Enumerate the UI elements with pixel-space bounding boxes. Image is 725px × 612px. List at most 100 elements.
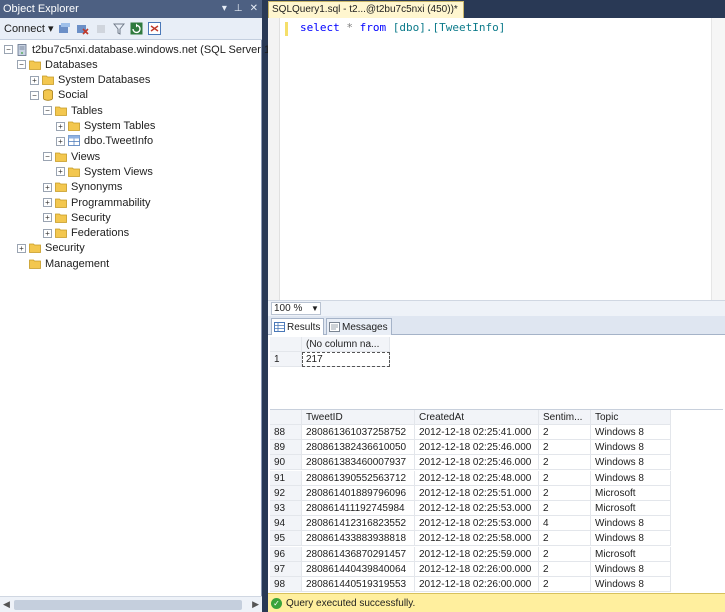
- grid-cell[interactable]: 2012-12-18 02:25:53.000: [415, 516, 539, 532]
- chevron-down-icon[interactable]: ▼: [311, 304, 319, 313]
- tree-node[interactable]: − Databases: [17, 57, 99, 72]
- grid-cell[interactable]: Windows 8: [591, 440, 671, 456]
- tree-node[interactable]: + System Views: [56, 164, 154, 179]
- disconnect-icon[interactable]: [76, 22, 90, 36]
- query-text[interactable]: select * from [dbo].[TweetInfo]: [300, 21, 505, 34]
- expand-icon[interactable]: +: [56, 121, 65, 131]
- object-explorer-details-icon[interactable]: [148, 22, 162, 36]
- tree-node[interactable]: + Security: [43, 210, 112, 225]
- grid-cell[interactable]: 2012-12-18 02:25:48.000: [415, 470, 539, 486]
- grid-cell[interactable]: 2: [539, 455, 591, 471]
- table-row[interactable]: 1 217: [270, 352, 390, 367]
- tree-node[interactable]: + Programmability: [43, 195, 151, 210]
- grid-cell[interactable]: 2: [539, 531, 591, 547]
- table-row[interactable]: 94 280861412316823552 2012-12-18 02:25:53.…: [270, 516, 671, 532]
- grid-cell[interactable]: 2: [539, 425, 591, 440]
- tree-node[interactable]: − Tables: [43, 103, 104, 118]
- result-grid-tweets[interactable]: TweetID CreatedAt Sentim... Topic 88 28086136…: [270, 409, 723, 593]
- table-row[interactable]: 96 280861436870291457 2012-12-18 02:25:59.…: [270, 546, 671, 562]
- expand-icon[interactable]: +: [43, 213, 52, 223]
- tree-node[interactable]: − Views: [43, 149, 101, 164]
- grid-cell[interactable]: Microsoft: [591, 485, 671, 501]
- grid-cell[interactable]: Microsoft: [591, 546, 671, 562]
- grid-cell[interactable]: 280861390552563712: [302, 470, 415, 486]
- window-position-dropdown-icon[interactable]: ▾: [222, 0, 227, 18]
- editor-vertical-scrollbar[interactable]: [711, 18, 725, 300]
- filter-icon[interactable]: [112, 22, 126, 36]
- tab-results[interactable]: Results: [271, 318, 325, 335]
- collapse-icon[interactable]: −: [17, 60, 26, 70]
- tree-node[interactable]: − t2bu7c5nxi.database.windows.net (SQL Se…: [4, 42, 286, 57]
- connect-button[interactable]: Connect ▾: [4, 22, 54, 35]
- expand-icon[interactable]: +: [43, 198, 52, 207]
- table-row[interactable]: 88 280861361037258752 2012-12-18 02:25:41.…: [270, 425, 671, 440]
- grid-cell[interactable]: Microsoft: [591, 501, 671, 516]
- tab-query-editor[interactable]: SQLQuery1.sql - t2...@t2bu7c5nxi (450))*: [268, 1, 464, 18]
- grid-cell[interactable]: 280861412316823552: [302, 516, 415, 532]
- grid-cell[interactable]: 280861436870291457: [302, 546, 415, 562]
- grid-cell[interactable]: 2012-12-18 02:25:41.000: [415, 425, 539, 440]
- grid-cell[interactable]: 2012-12-18 02:25:53.000: [415, 501, 539, 516]
- grid-cell[interactable]: 4: [539, 516, 591, 532]
- grid-cell[interactable]: Windows 8: [591, 455, 671, 471]
- tree-node[interactable]: + Federations: [43, 226, 130, 241]
- table-row[interactable]: 90 280861383460007937 2012-12-18 02:25:46.…: [270, 455, 671, 471]
- collapse-icon[interactable]: −: [43, 106, 52, 116]
- grid-cell[interactable]: 280861411192745984: [302, 501, 415, 516]
- refresh-icon[interactable]: [130, 22, 144, 36]
- stop-icon[interactable]: [94, 22, 108, 36]
- tab-messages[interactable]: Messages: [326, 318, 392, 335]
- grid-cell[interactable]: 280861382436610050: [302, 440, 415, 456]
- grid-cell[interactable]: 280861440519319553: [302, 577, 415, 592]
- expand-icon[interactable]: +: [56, 136, 65, 146]
- grid-cell[interactable]: 280861433883938818: [302, 531, 415, 547]
- pin-icon[interactable]: ⊥: [234, 0, 243, 18]
- grid-cell[interactable]: 280861440439840064: [302, 561, 415, 577]
- scroll-right-arrow-icon[interactable]: ▶: [252, 599, 259, 610]
- column-header[interactable]: Sentim...: [539, 410, 591, 425]
- table-row[interactable]: 98 280861440519319553 2012-12-18 02:26:00.…: [270, 577, 671, 592]
- grid-cell[interactable]: 2: [539, 501, 591, 516]
- grid-cell[interactable]: 2012-12-18 02:25:46.000: [415, 455, 539, 471]
- collapse-icon[interactable]: −: [43, 152, 52, 162]
- connect-db-icon[interactable]: [58, 22, 72, 36]
- grid-cell[interactable]: 280861361037258752: [302, 425, 415, 440]
- grid-cell[interactable]: 280861383460007937: [302, 455, 415, 471]
- grid-cell[interactable]: 2: [539, 440, 591, 456]
- table-row[interactable]: 92 280861401889796096 2012-12-18 02:25:51.…: [270, 485, 671, 501]
- expand-icon[interactable]: +: [43, 182, 52, 192]
- collapse-icon[interactable]: −: [30, 90, 39, 100]
- tree-node[interactable]: + Security: [17, 241, 86, 256]
- grid-cell[interactable]: Windows 8: [591, 561, 671, 577]
- grid-cell[interactable]: 217: [302, 352, 390, 367]
- grid-cell[interactable]: 2: [539, 546, 591, 562]
- result-grid-count[interactable]: (No column na... 1 217: [270, 337, 723, 407]
- grid-cell[interactable]: 2012-12-18 02:26:00.000: [415, 561, 539, 577]
- grid-cell[interactable]: Windows 8: [591, 425, 671, 440]
- column-header[interactable]: (No column na...: [302, 337, 390, 352]
- tree-node[interactable]: − Social: [30, 88, 89, 103]
- grid-cell[interactable]: Windows 8: [591, 531, 671, 547]
- scroll-left-arrow-icon[interactable]: ◀: [3, 599, 10, 610]
- grid-cell[interactable]: Windows 8: [591, 470, 671, 486]
- table-row[interactable]: 95 280861433883938818 2012-12-18 02:25:58.…: [270, 531, 671, 547]
- object-explorer-horizontal-scrollbar[interactable]: ◀ ▶: [0, 596, 262, 612]
- grid-cell[interactable]: 2: [539, 577, 591, 592]
- collapse-icon[interactable]: −: [4, 45, 13, 54]
- grid-cell[interactable]: 2012-12-18 02:25:51.000: [415, 485, 539, 501]
- expand-icon[interactable]: +: [43, 228, 52, 238]
- tree-node[interactable]: + Synonyms: [43, 180, 123, 195]
- grid-cell[interactable]: 2012-12-18 02:25:46.000: [415, 440, 539, 456]
- column-header[interactable]: CreatedAt: [415, 410, 539, 425]
- expand-icon[interactable]: +: [30, 75, 39, 85]
- grid-cell[interactable]: 2012-12-18 02:25:59.000: [415, 546, 539, 562]
- grid-cell[interactable]: 2: [539, 485, 591, 501]
- grid-cell[interactable]: 2012-12-18 02:25:58.000: [415, 531, 539, 547]
- table-row[interactable]: 89 280861382436610050 2012-12-18 02:25:46.…: [270, 440, 671, 456]
- grid-cell[interactable]: Windows 8: [591, 516, 671, 532]
- column-header[interactable]: TweetID: [302, 410, 415, 425]
- tree-node[interactable]: + dbo.TweetInfo: [56, 134, 154, 149]
- table-row[interactable]: 91 280861390552563712 2012-12-18 02:25:48.…: [270, 470, 671, 486]
- scrollbar-thumb[interactable]: [14, 600, 242, 610]
- tree-node[interactable]: + System Tables: [56, 119, 156, 134]
